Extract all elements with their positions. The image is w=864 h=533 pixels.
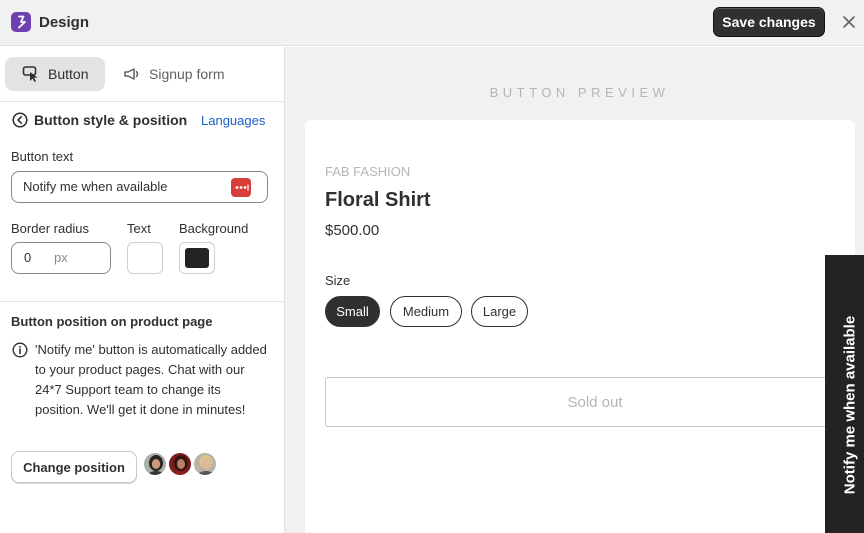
preview-heading: BUTTON PREVIEW — [489, 85, 670, 100]
border-radius-value: 0 — [24, 250, 32, 265]
position-title: Button position on product page — [11, 314, 213, 329]
background-color-fill — [185, 248, 209, 268]
product-price: $500.00 — [325, 222, 380, 239]
top-bar: Design Save changes — [0, 0, 864, 46]
section-header: Button style & position — [12, 112, 187, 128]
sold-out-button[interactable]: Sold out — [325, 377, 864, 427]
button-text-field[interactable] — [11, 171, 268, 203]
product-name: Floral Shirt — [325, 189, 431, 211]
tab-label: Signup form — [149, 66, 225, 82]
notify-me-button[interactable]: Notify me when available — [825, 255, 864, 533]
notify-me-label: Notify me when available — [841, 315, 859, 495]
section-divider — [0, 301, 284, 302]
info-icon — [12, 342, 28, 358]
button-text-input[interactable] — [23, 179, 223, 194]
save-changes-button[interactable]: Save changes — [713, 7, 825, 37]
section-title: Button style & position — [34, 112, 188, 128]
tab-bar: Button Signup form — [0, 47, 284, 102]
border-radius-input[interactable]: 0 px — [11, 242, 111, 274]
languages-link[interactable]: Languages — [201, 113, 265, 128]
button-text-label: Button text — [11, 149, 74, 164]
support-avatar — [193, 452, 217, 476]
size-option-medium[interactable]: Medium — [390, 296, 462, 327]
support-avatar — [168, 452, 192, 476]
size-option-large[interactable]: Large — [471, 296, 528, 327]
tab-button[interactable]: Button — [5, 57, 105, 91]
megaphone-icon — [124, 68, 139, 80]
button-preview-panel: BUTTON PREVIEW FAB FASHION Floral Shirt … — [285, 47, 864, 533]
text-color-fill — [133, 248, 157, 268]
support-avatar — [143, 452, 167, 476]
change-position-button[interactable]: Change position — [11, 451, 137, 483]
background-color-swatch[interactable] — [179, 242, 215, 274]
settings-sidebar: Button Signup form Button style & positi… — [0, 47, 285, 533]
back-arrow-icon[interactable] — [12, 112, 28, 128]
close-icon[interactable] — [841, 14, 857, 30]
text-color-swatch[interactable] — [127, 242, 163, 274]
size-option-small[interactable]: Small — [325, 296, 380, 327]
more-dots-icon[interactable] — [231, 178, 251, 197]
app-title: Design — [39, 14, 90, 31]
border-radius-label: Border radius — [11, 221, 90, 236]
text-color-label: Text — [127, 221, 151, 236]
app-logo-icon — [11, 12, 31, 32]
product-card: FAB FASHION Floral Shirt $500.00 Size Sm… — [305, 120, 864, 533]
size-label: Size — [325, 273, 351, 288]
background-color-label: Background — [179, 221, 249, 236]
product-brand: FAB FASHION — [325, 164, 411, 179]
tab-label: Button — [48, 66, 89, 82]
border-radius-unit: px — [54, 250, 68, 265]
position-info-text: 'Notify me' button is automatically adde… — [35, 342, 267, 417]
tab-signup-form[interactable]: Signup form — [120, 57, 260, 91]
cursor-click-icon — [22, 66, 38, 82]
